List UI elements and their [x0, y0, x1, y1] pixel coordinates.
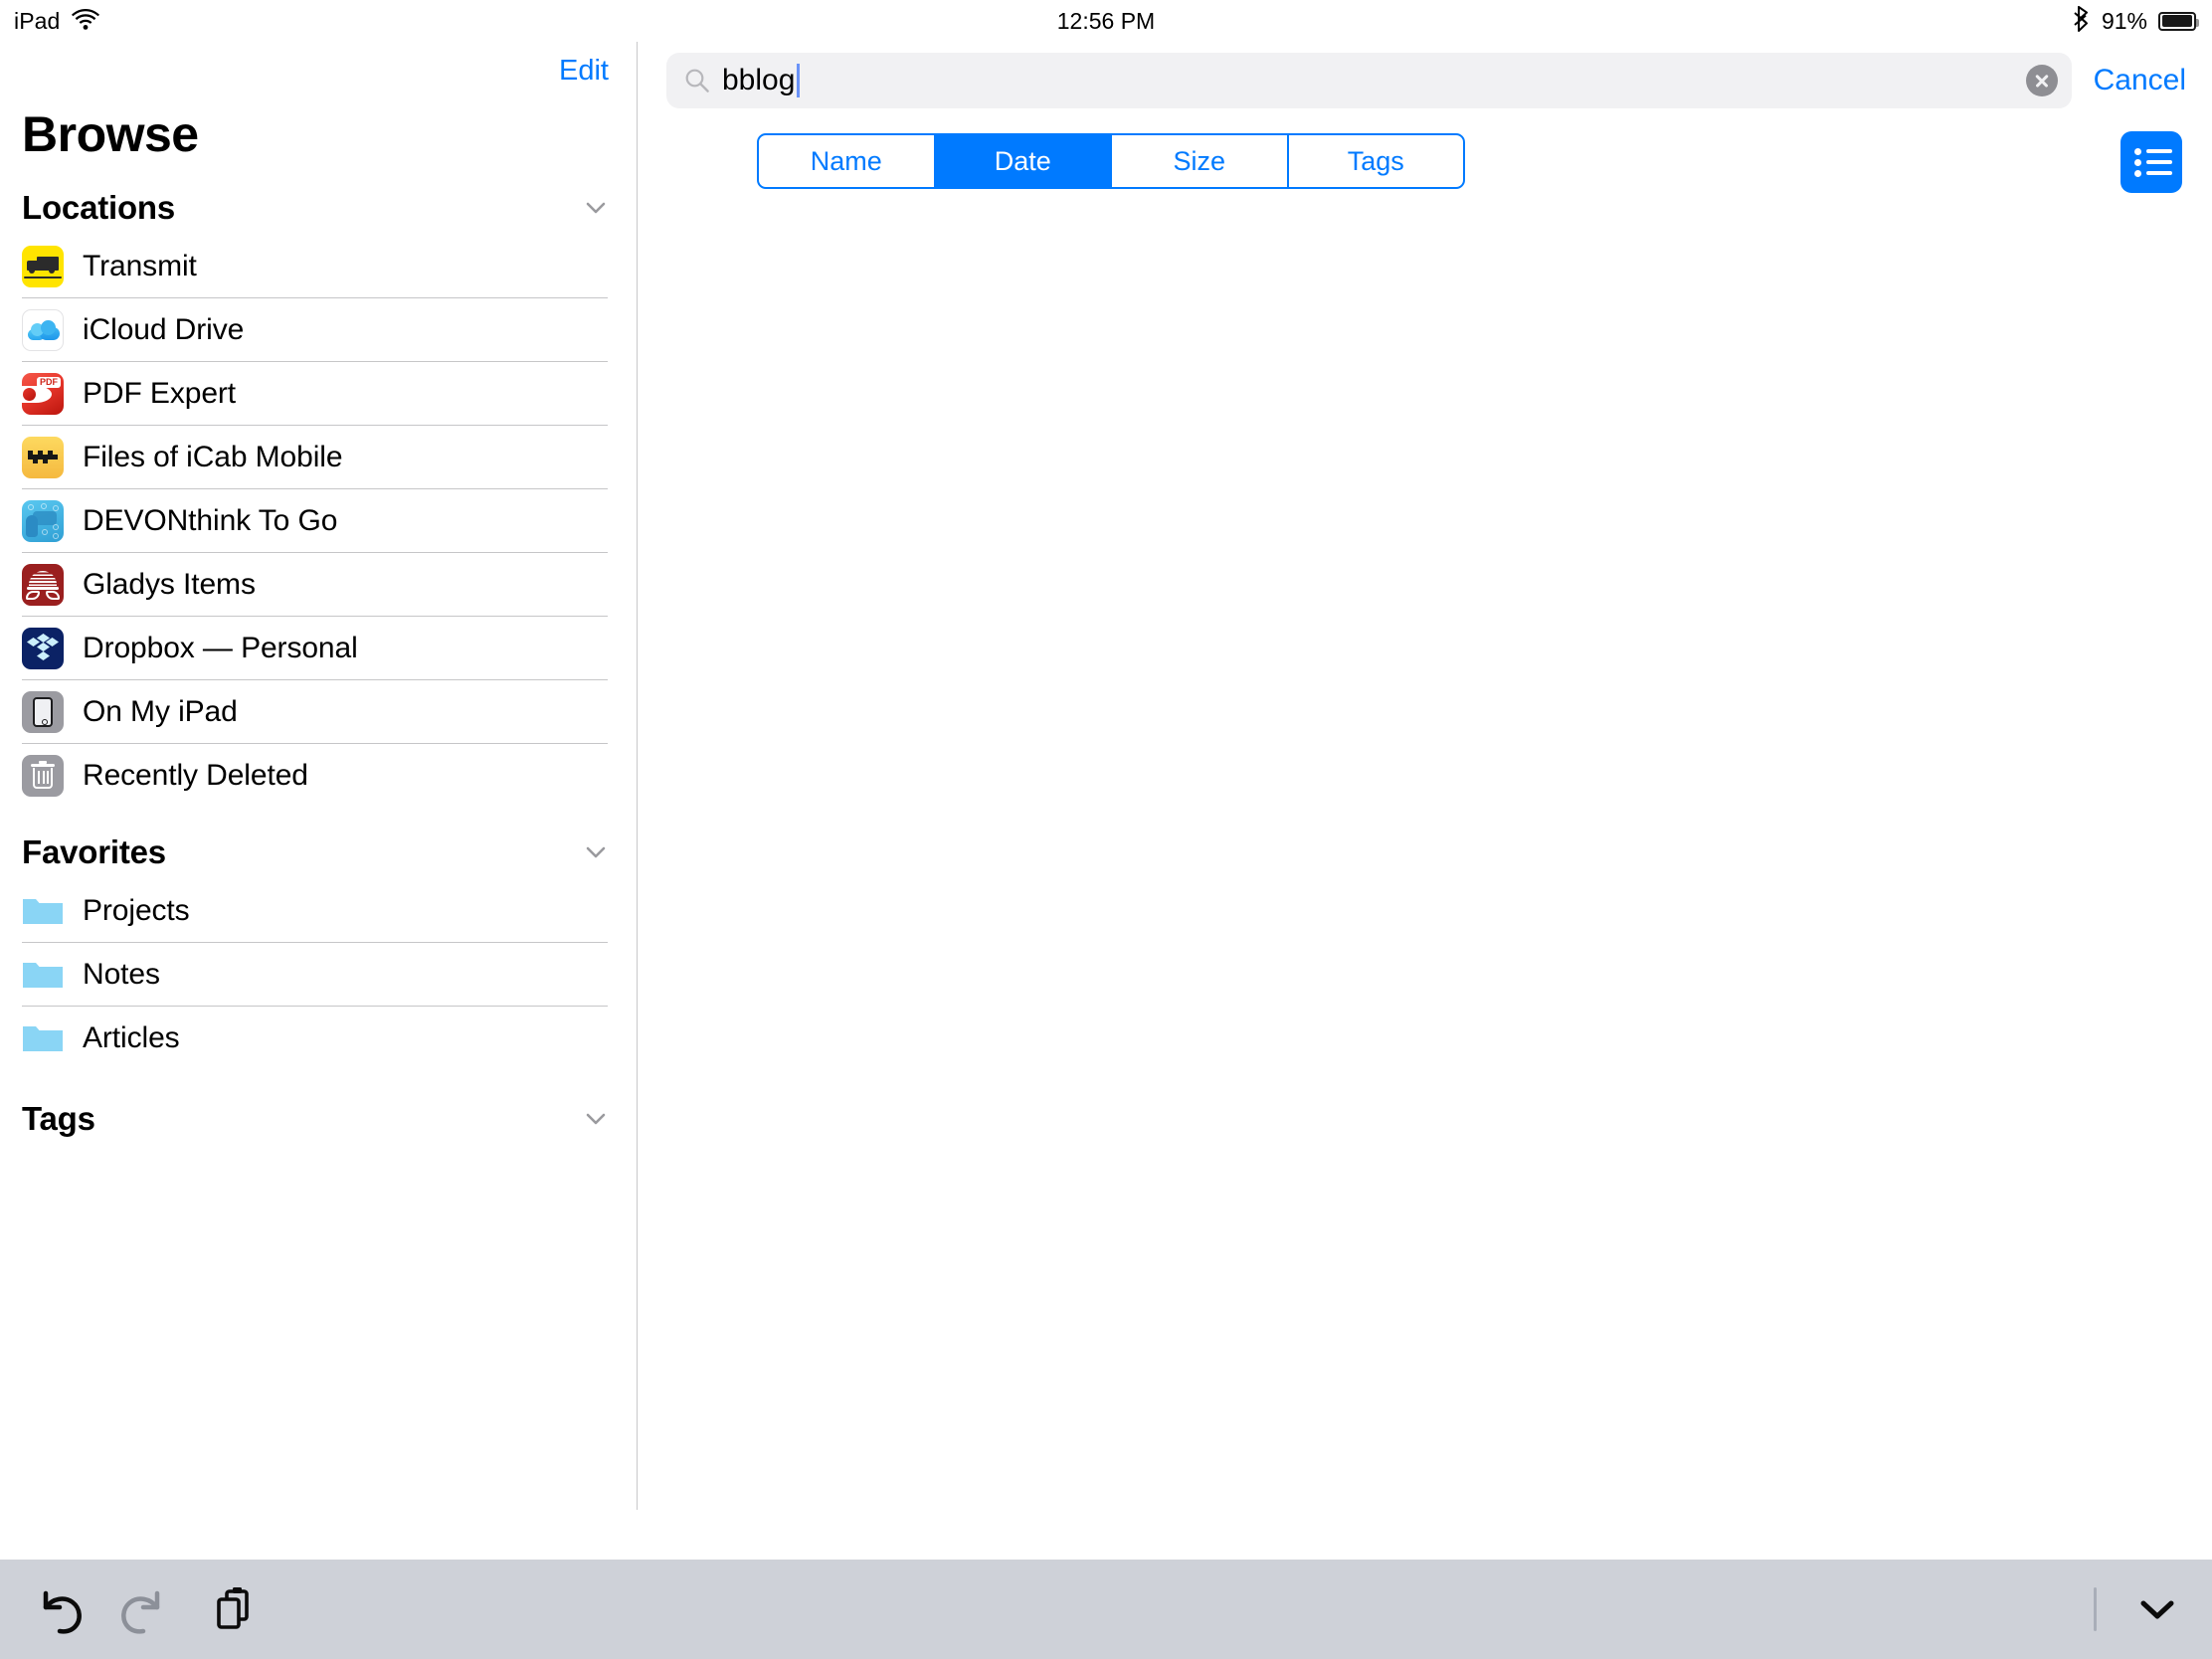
text-caret	[797, 64, 801, 97]
section-header-favorites[interactable]: Favorites	[0, 808, 637, 879]
cancel-button[interactable]: Cancel	[2072, 64, 2212, 97]
dropbox-app-icon	[22, 628, 64, 669]
chevron-down-icon[interactable]	[583, 195, 609, 221]
undo-icon[interactable]	[26, 1577, 90, 1641]
results-empty-area	[639, 205, 2212, 1498]
edit-button[interactable]: Edit	[559, 55, 609, 88]
search-results-pane: bblog Cancel Name Date Size Tags	[639, 42, 2212, 1510]
transmit-app-icon	[22, 246, 64, 287]
pdf-badge-label: PDF	[37, 377, 61, 388]
sidebar-item-label: Projects	[83, 894, 190, 927]
folder-icon	[22, 954, 64, 996]
section-header-locations[interactable]: Locations	[0, 163, 637, 235]
icloud-drive-icon	[22, 309, 64, 351]
icab-mobile-app-icon	[22, 437, 64, 478]
sidebar-item-transmit[interactable]: Transmit	[0, 235, 637, 298]
chevron-down-icon[interactable]	[583, 839, 609, 865]
sidebar-item-label: PDF Expert	[83, 377, 237, 410]
folder-icon	[22, 1017, 64, 1059]
sort-option-date[interactable]: Date	[935, 135, 1112, 187]
sidebar-item-gladys-items[interactable]: Gladys Items	[0, 553, 637, 617]
sidebar-item-recently-deleted[interactable]: Recently Deleted	[0, 744, 637, 808]
bottom-toolbar	[0, 1560, 2212, 1659]
sort-option-name[interactable]: Name	[759, 135, 936, 187]
sidebar-item-projects[interactable]: Projects	[0, 879, 637, 943]
sidebar-item-icab-mobile[interactable]: Files of iCab Mobile	[0, 426, 637, 489]
search-value: bblog	[722, 64, 796, 96]
section-header-tags[interactable]: Tags	[0, 1070, 637, 1146]
section-title: Tags	[22, 1100, 95, 1137]
folder-icon	[22, 890, 64, 932]
toolbar-left-group	[0, 1577, 265, 1641]
bluetooth-icon	[2074, 5, 2091, 37]
toolbar-divider	[2094, 1587, 2097, 1631]
search-input[interactable]: bblog	[666, 53, 2072, 108]
search-bar: bblog Cancel	[639, 42, 2212, 119]
status-bar-center: 12:56 PM	[0, 0, 2212, 42]
sidebar-item-dropbox-personal[interactable]: Dropbox — Personal	[0, 617, 637, 680]
search-icon	[684, 68, 710, 93]
redo-icon	[113, 1577, 177, 1641]
sort-option-size[interactable]: Size	[1112, 135, 1289, 187]
toolbar-right-group	[2094, 1582, 2184, 1636]
clear-circle-icon[interactable]	[2025, 65, 2058, 96]
sidebar-item-label: Recently Deleted	[83, 759, 308, 792]
sidebar-item-label: Dropbox — Personal	[83, 632, 358, 664]
clock: 12:56 PM	[1056, 8, 1156, 34]
search-value-wrapper: bblog	[722, 64, 2016, 97]
battery-percent-label: 91%	[2101, 7, 2147, 34]
status-bar: iPad 12:56 PM 91%	[0, 0, 2212, 42]
sidebar-item-label: Gladys Items	[83, 568, 256, 601]
list-view-icon[interactable]	[2120, 131, 2182, 193]
chevron-down-icon[interactable]	[2130, 1582, 2184, 1636]
page-title: Browse	[22, 106, 199, 162]
sidebar-item-label: Notes	[83, 958, 160, 991]
sidebar-item-label: On My iPad	[83, 695, 238, 728]
sidebar-item-label: Articles	[83, 1021, 180, 1054]
sidebar-item-label: DEVONthink To Go	[83, 504, 338, 537]
gladys-app-icon	[22, 564, 64, 606]
section-title: Favorites	[22, 833, 166, 870]
sort-option-tags[interactable]: Tags	[1289, 135, 1464, 187]
sidebar-item-icloud-drive[interactable]: iCloud Drive	[0, 298, 637, 362]
sidebar-toolbar: Edit	[0, 42, 637, 99]
devonthink-app-icon	[22, 500, 64, 542]
sidebar-item-articles[interactable]: Articles	[0, 1007, 637, 1070]
sidebar-item-on-my-ipad[interactable]: On My iPad	[0, 680, 637, 744]
ipad-device-icon	[22, 691, 64, 733]
sidebar-item-label: Transmit	[83, 250, 197, 282]
sidebar-item-label: iCloud Drive	[83, 313, 245, 346]
section-title: Locations	[22, 189, 176, 226]
battery-icon	[2158, 11, 2199, 31]
sidebar-item-pdf-expert[interactable]: PDF PDF Expert	[0, 362, 637, 426]
status-bar-right: 91%	[2074, 0, 2199, 42]
trash-icon	[22, 755, 64, 797]
sort-segmented-control[interactable]: Name Date Size Tags	[757, 133, 1465, 189]
paste-icon[interactable]	[201, 1577, 265, 1641]
pdf-expert-app-icon: PDF	[22, 373, 64, 415]
chevron-down-icon[interactable]	[583, 1106, 609, 1132]
sidebar[interactable]: Edit Browse Locations Transmit iCloud Dr…	[0, 42, 638, 1510]
sidebar-item-notes[interactable]: Notes	[0, 943, 637, 1007]
sidebar-item-label: Files of iCab Mobile	[83, 441, 343, 473]
sort-toolbar: Name Date Size Tags	[639, 119, 2212, 205]
sidebar-item-devonthink[interactable]: DEVONthink To Go	[0, 489, 637, 553]
